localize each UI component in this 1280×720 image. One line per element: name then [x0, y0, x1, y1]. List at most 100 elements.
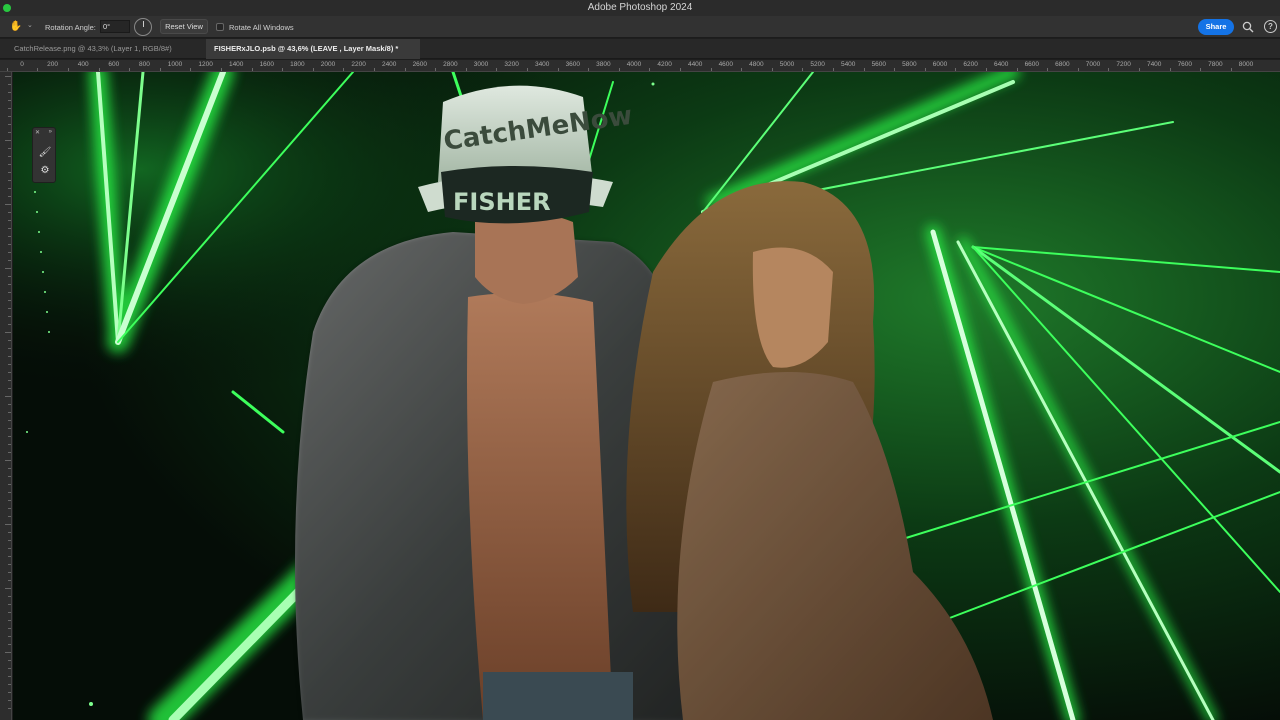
ruler-tick-mark	[8, 532, 11, 533]
ruler-tick-mark	[832, 68, 834, 71]
ruler-tick-mark	[8, 252, 11, 253]
ruler-tick-label: 8000	[1238, 61, 1254, 68]
ruler-tick-label: 3600	[565, 61, 581, 68]
ruler-tick-mark	[802, 68, 804, 71]
mask-text: FISHER	[453, 188, 551, 216]
ruler-tick-mark	[8, 604, 11, 605]
share-button[interactable]: Share	[1198, 19, 1234, 35]
ruler-tick-label: 3400	[534, 61, 550, 68]
rotation-angle-input[interactable]: 0°	[100, 20, 130, 33]
ruler-tick-mark	[710, 68, 712, 71]
ruler-tick-mark	[8, 180, 11, 181]
document-tabs: CatchRelease.png @ 43,3% (Layer 1, RGB/8…	[0, 39, 1280, 59]
ruler-tick-mark	[8, 516, 11, 517]
ruler-tick-mark	[8, 348, 11, 349]
ruler-tick-mark	[5, 524, 11, 525]
ruler-tick-mark	[8, 212, 11, 213]
ruler-tick-mark	[955, 68, 957, 71]
ruler-tick-mark	[8, 380, 11, 381]
ruler-tick-mark	[8, 116, 11, 117]
ruler-tick-mark	[98, 68, 100, 71]
ruler-tick-mark	[8, 540, 11, 541]
options-bar: ✋ ⌄ Rotation Angle: 0° Reset View Rotate…	[0, 16, 1280, 38]
ruler-tick-label: 7200	[1116, 61, 1131, 68]
ruler-tick-label: 2200	[351, 61, 366, 68]
ruler-tick-mark	[8, 580, 11, 581]
ruler-tick-mark	[8, 228, 11, 229]
ruler-tick-mark	[8, 244, 11, 245]
ruler-tick-mark	[1016, 68, 1018, 71]
ruler-tick-mark	[5, 588, 11, 589]
vertical-ruler[interactable]	[0, 72, 12, 720]
ruler-tick-mark	[8, 364, 11, 365]
ruler-tick-label: 2000	[320, 61, 336, 68]
window-control-icon[interactable]	[3, 4, 11, 12]
ruler-tick-label: 6400	[993, 61, 1009, 68]
ruler-tick-mark	[8, 492, 11, 493]
ruler-tick-mark	[8, 508, 11, 509]
ruler-tick-mark	[588, 68, 590, 71]
tab-fisherxjlo[interactable]: FISHERxJLO.psb @ 43,6% (LEAVE , Layer Ma…	[206, 39, 420, 59]
ruler-tick-label: 7800	[1208, 61, 1223, 68]
ruler-tick-mark	[8, 620, 11, 621]
ruler-tick-mark	[8, 484, 11, 485]
ruler-tick-mark	[1169, 68, 1171, 71]
ruler-tick-label: 4800	[749, 61, 764, 68]
ruler-tick-label: 5200	[810, 61, 825, 68]
ruler-tick-mark	[496, 68, 498, 71]
ruler-tick-mark	[8, 260, 11, 261]
help-icon[interactable]: ?	[1264, 20, 1277, 33]
ruler-tick-mark	[741, 68, 743, 71]
adjustments-icon[interactable]: ⚙	[38, 164, 52, 178]
ruler-tick-mark	[1200, 68, 1202, 71]
ruler-tick-label: 5600	[871, 61, 887, 68]
search-icon[interactable]	[1242, 21, 1254, 33]
rotation-dial[interactable]	[134, 18, 152, 36]
ruler-tick-mark	[8, 308, 11, 309]
brush-icon[interactable]: 🖌	[38, 146, 52, 160]
ruler-tick-mark	[8, 220, 11, 221]
ruler-tick-mark	[5, 204, 11, 205]
ruler-tick-mark	[5, 396, 11, 397]
ruler-tick-label: 4400	[687, 61, 703, 68]
document-canvas[interactable]: CatchMeNow FISHER	[13, 72, 1280, 720]
ruler-tick-mark	[8, 468, 11, 469]
rotate-view-icon[interactable]: ✋	[9, 20, 23, 34]
ruler-tick-label: 6200	[963, 61, 978, 68]
ruler-tick-mark	[8, 356, 11, 357]
ruler-tick-mark	[8, 388, 11, 389]
ruler-tick-mark	[8, 164, 11, 165]
ruler-tick-mark	[8, 300, 11, 301]
ruler-tick-label: 3200	[504, 61, 519, 68]
ruler-tick-label: 1600	[259, 61, 275, 68]
rotate-all-windows-checkbox[interactable]	[216, 23, 224, 31]
title-bar: Adobe Photoshop 2024	[0, 0, 1280, 16]
ruler-tick-mark	[8, 596, 11, 597]
ruler-tick-mark	[8, 556, 11, 557]
ruler-tick-mark	[220, 68, 222, 71]
ruler-tick-mark	[404, 68, 406, 71]
ruler-tick-mark	[618, 68, 620, 71]
ruler-tick-label: 7000	[1085, 61, 1101, 68]
ruler-tick-label: 800	[138, 61, 150, 68]
ruler-tick-mark	[8, 676, 11, 677]
collapse-icon[interactable]: »	[49, 129, 52, 135]
canvas-artwork: CatchMeNow FISHER	[13, 72, 1280, 720]
close-icon[interactable]: ✕	[35, 129, 40, 136]
ruler-tick-mark	[863, 68, 865, 71]
tab-catchrelease[interactable]: CatchRelease.png @ 43,3% (Layer 1, RGB/8…	[6, 39, 202, 59]
ruler-tick-mark	[8, 404, 11, 405]
ruler-tick-mark	[8, 444, 11, 445]
ruler-tick-mark	[526, 68, 528, 71]
reset-view-button[interactable]: Reset View	[160, 19, 208, 34]
ruler-tick-mark	[435, 68, 437, 71]
ruler-tick-mark	[343, 68, 345, 71]
ruler-tick-label: 5400	[840, 61, 856, 68]
horizontal-ruler[interactable]: 0 200 400 600 800 1000 1200 1400 1600 1800 2000 220…	[0, 60, 1280, 72]
ruler-tick-mark	[8, 692, 11, 693]
chevron-down-icon[interactable]: ⌄	[27, 21, 33, 29]
ruler-tick-mark	[5, 76, 11, 77]
ruler-tick-mark	[557, 68, 559, 71]
ruler-tick-label: 6600	[1024, 61, 1040, 68]
ruler-tick-mark	[649, 68, 651, 71]
